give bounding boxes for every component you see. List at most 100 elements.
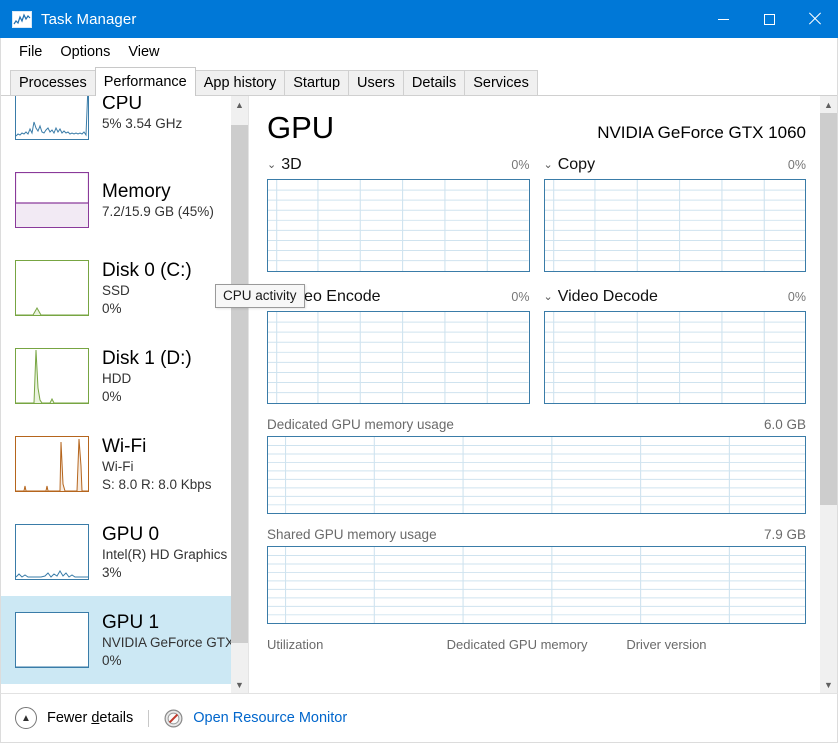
chevron-up-icon[interactable]: ▲ (15, 707, 37, 729)
scroll-up-icon[interactable]: ▲ (820, 96, 837, 113)
gpu-model-name: NVIDIA GeForce GTX 1060 (597, 123, 806, 142)
fewer-details-button[interactable]: Fewer details (47, 710, 133, 726)
sidebar-item-sub2: S: 8.0 R: 8.0 Kbps (102, 476, 212, 492)
wifi-thumbnail-graph (15, 436, 89, 492)
sidebar-scrollbar[interactable]: ▲ ▼ (231, 96, 248, 693)
stat-dedicated-gpu-memory: Dedicated GPU memory (447, 637, 627, 659)
engine-value: 0% (511, 290, 530, 304)
menu-item-file[interactable]: File (10, 41, 51, 63)
sidebar-scroll-thumb[interactable] (231, 125, 248, 643)
engine-label: Copy (557, 156, 596, 173)
sidebar-item-sub: SSD (102, 282, 130, 298)
sidebar-item-sub2: 3% (102, 564, 122, 580)
sidebar-item-sub: 7.2/15.9 GB (45%) (102, 203, 214, 219)
sidebar-item-disk0[interactable]: Disk 0 (C:) SSD 0% (1, 244, 248, 332)
tab-startup[interactable]: Startup (284, 70, 350, 96)
sidebar-item-sub: HDD (102, 370, 132, 386)
stat-key: Driver version (626, 637, 707, 652)
engine-3d-header: ⌄ 3D 0% (267, 154, 530, 176)
window-title: Task Manager (41, 10, 137, 28)
engine-copy-left: ⌄ Copy (544, 156, 596, 174)
sidebar-gpu0-text: GPU 0 Intel(R) HD Graphics 3% (102, 523, 227, 582)
stat-driver-version: Driver version (626, 637, 806, 659)
close-button[interactable] (792, 0, 838, 38)
stat-key: Utilization (267, 637, 324, 652)
engine-copy-graph (543, 179, 806, 272)
window-controls (700, 0, 838, 38)
main-scrollbar[interactable]: ▲ ▼ (820, 96, 837, 693)
engine-video-encode: ⌄ Video Encode 0% (267, 286, 530, 404)
disk0-thumbnail-graph (15, 260, 89, 316)
stat-key: Dedicated GPU memory (446, 637, 588, 652)
sidebar-item-sub: Intel(R) HD Graphics (102, 546, 228, 562)
sidebar-item-gpu1[interactable]: GPU 1 NVIDIA GeForce GTX 0% (1, 596, 248, 684)
gpu0-thumbnail-graph (15, 524, 89, 580)
content-area: CPU 5% 3.54 GHz Memory 7.2/15.9 GB (45%)… (0, 96, 838, 693)
sidebar-item-disk1[interactable]: Disk 1 (D:) HDD 0% (1, 332, 248, 420)
sidebar-item-wifi[interactable]: Wi-Fi Wi-Fi S: 8.0 R: 8.0 Kbps (1, 420, 248, 508)
sidebar-cpu-text: CPU 5% 3.54 GHz (102, 96, 182, 133)
engine-label: Video Decode (557, 288, 658, 305)
shared-memory-graph (267, 546, 806, 624)
gpu-detail-content: GPU NVIDIA GeForce GTX 1060 ⌄ 3D 0% ⌄ Co… (249, 96, 820, 659)
sidebar-item-sub: 5% 3.54 GHz (102, 115, 183, 131)
gpu-detail-pane: GPU NVIDIA GeForce GTX 1060 ⌄ 3D 0% ⌄ Co… (249, 96, 837, 693)
chevron-down-icon[interactable]: ⌄ (267, 159, 276, 171)
sidebar-item-sub: Wi-Fi (102, 458, 134, 474)
status-bar: ▲ Fewer details Open Resource Monitor (0, 693, 838, 743)
scroll-down-icon[interactable]: ▼ (820, 676, 837, 693)
maximize-icon (763, 13, 775, 25)
chevron-down-icon[interactable]: ⌄ (544, 159, 553, 171)
menu-bar: File Options View (0, 38, 838, 66)
engine-row-2: ⌄ Video Encode 0% (267, 286, 806, 404)
maximize-button[interactable] (746, 0, 792, 38)
sidebar-wifi-text: Wi-Fi Wi-Fi S: 8.0 R: 8.0 Kbps (102, 435, 212, 494)
shared-memory-header: Shared GPU memory usage 7.9 GB (267, 527, 806, 542)
tab-details[interactable]: Details (402, 70, 466, 96)
sidebar-disk1-text: Disk 1 (D:) HDD 0% (102, 347, 192, 406)
scroll-down-icon[interactable]: ▼ (231, 676, 248, 693)
scroll-up-icon[interactable]: ▲ (231, 96, 248, 113)
chevron-down-icon[interactable]: ⌄ (544, 291, 553, 303)
sidebar-item-title: GPU 1 (102, 611, 160, 633)
sidebar-item-title: GPU 0 (102, 523, 160, 545)
menu-item-view[interactable]: View (119, 41, 168, 63)
engine-value: 0% (787, 290, 806, 304)
sidebar-scroll-track[interactable] (231, 113, 248, 676)
engine-video-decode: ⌄ Video Decode 0% (543, 286, 807, 404)
engine-video-encode-graph (267, 311, 530, 404)
sidebar-disk0-text: Disk 0 (C:) SSD 0% (102, 259, 192, 318)
dedicated-memory-graph (267, 436, 806, 514)
stat-utilization: Utilization (267, 637, 447, 659)
main-scroll-thumb[interactable] (820, 113, 837, 505)
tab-strip: Processes Performance App history Startu… (0, 66, 838, 96)
engine-copy-header: ⌄ Copy 0% (544, 154, 807, 176)
sidebar-item-cpu[interactable]: CPU 5% 3.54 GHz (1, 96, 248, 156)
sidebar-item-memory[interactable]: Memory 7.2/15.9 GB (45%) (1, 156, 248, 244)
fewer-details-post: etails (99, 710, 134, 726)
resource-monitor-icon[interactable] (164, 709, 183, 728)
dedicated-memory-header: Dedicated GPU memory usage 6.0 GB (267, 417, 806, 432)
sidebar-item-sub: NVIDIA GeForce GTX (102, 634, 235, 650)
engine-row-1: ⌄ 3D 0% ⌄ Copy 0% (267, 154, 806, 272)
tab-app-history[interactable]: App history (194, 70, 286, 96)
tab-users[interactable]: Users (348, 70, 404, 96)
sidebar-memory-text: Memory 7.2/15.9 GB (45%) (102, 180, 214, 221)
sidebar-item-title: Memory (102, 180, 171, 202)
sidebar-item-sub2: 0% (102, 300, 122, 316)
tab-processes[interactable]: Processes (10, 70, 96, 96)
tab-performance[interactable]: Performance (94, 67, 196, 96)
minimize-button[interactable] (700, 0, 746, 38)
tab-services[interactable]: Services (464, 70, 538, 96)
sidebar-item-gpu0[interactable]: GPU 0 Intel(R) HD Graphics 3% (1, 508, 248, 596)
engine-video-decode-header: ⌄ Video Decode 0% (544, 286, 807, 308)
engine-3d-graph (267, 179, 530, 272)
main-scroll-track[interactable] (820, 113, 837, 676)
engine-3d-left: ⌄ 3D (267, 156, 302, 174)
task-manager-icon (12, 10, 32, 28)
sidebar-item-title: Disk 0 (C:) (102, 259, 192, 281)
menu-item-options[interactable]: Options (51, 41, 119, 63)
open-resource-monitor-link[interactable]: Open Resource Monitor (193, 710, 347, 726)
sidebar-list: CPU 5% 3.54 GHz Memory 7.2/15.9 GB (45%)… (1, 96, 248, 684)
performance-sidebar: CPU 5% 3.54 GHz Memory 7.2/15.9 GB (45%)… (1, 96, 249, 693)
